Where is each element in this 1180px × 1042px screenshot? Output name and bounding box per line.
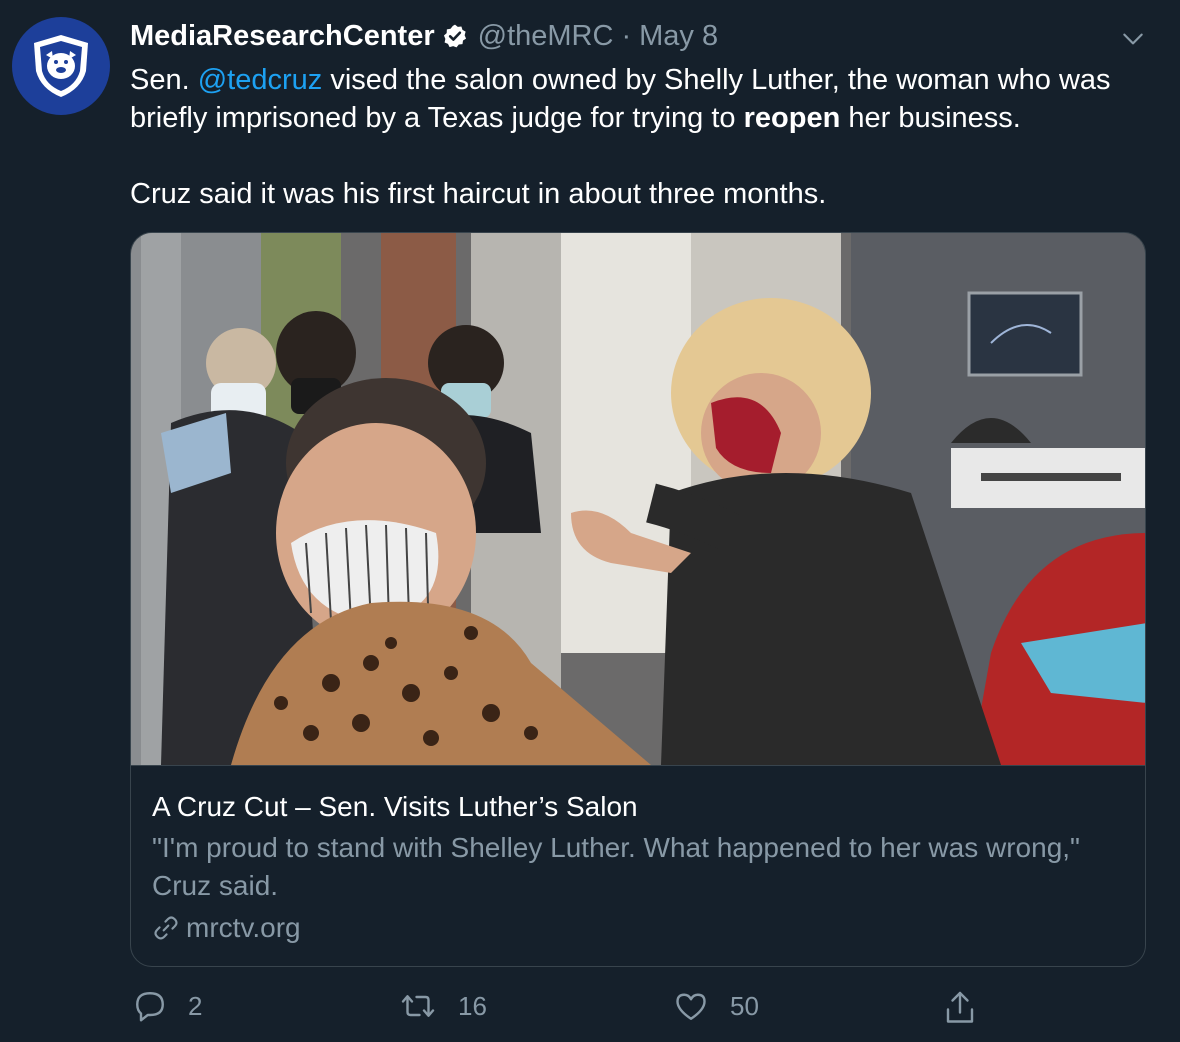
link-card[interactable]: A Cruz Cut – Sen. Visits Luther’s Salon … [130,232,1146,967]
tweet-text: Sen. @tedcruz vised the salon owned by S… [130,61,1160,213]
user-handle[interactable]: @theMRC [478,20,614,53]
tweet-header: MediaResearchCenter @theMRC · May 8 [130,16,718,56]
reply-icon [136,992,164,1022]
reply-count: 2 [188,990,203,1021]
card-description: "I'm proud to stand with Shelley Luther.… [152,832,1080,901]
retweet-button[interactable]: 16 [398,988,487,1024]
display-name[interactable]: MediaResearchCenter [130,20,435,53]
card-body[interactable]: A Cruz Cut – Sen. Visits Luther’s Salon … [152,789,1122,947]
action-bar: 2 16 50 [0,988,1180,1032]
text-segment: her business. [840,102,1021,134]
bulldog-logo-icon [34,35,88,97]
tweet-date[interactable]: May 8 [639,20,718,53]
share-button[interactable] [942,988,978,1028]
tweet-paragraph-2: Cruz said it was his first haircut in ab… [130,178,827,210]
tweet-menu-button[interactable] [1118,24,1148,54]
chevron-down-icon [1123,33,1143,45]
avatar[interactable] [12,17,110,115]
card-domain[interactable]: mrctv.org [152,909,1122,947]
like-count: 50 [730,990,759,1021]
share-icon [946,991,974,1023]
retweet-count: 16 [458,990,487,1021]
like-button[interactable]: 50 [672,988,759,1024]
heart-icon [676,993,706,1020]
retweet-icon [401,995,435,1017]
separator-dot: · [621,19,632,52]
reply-button[interactable]: 2 [132,988,202,1024]
card-domain-text[interactable]: mrctv.org [186,909,301,947]
text-segment: Sen. [130,64,198,96]
card-image[interactable] [131,233,1145,766]
card-title[interactable]: A Cruz Cut – Sen. Visits Luther’s Salon [152,789,1122,825]
mention-link[interactable]: @tedcruz [198,64,323,96]
tweet-paragraph-1: Sen. @tedcruz vised the salon owned by S… [130,61,1160,137]
verified-badge-icon [442,23,468,49]
link-icon [154,916,178,940]
bold-text: reopen [743,102,841,134]
